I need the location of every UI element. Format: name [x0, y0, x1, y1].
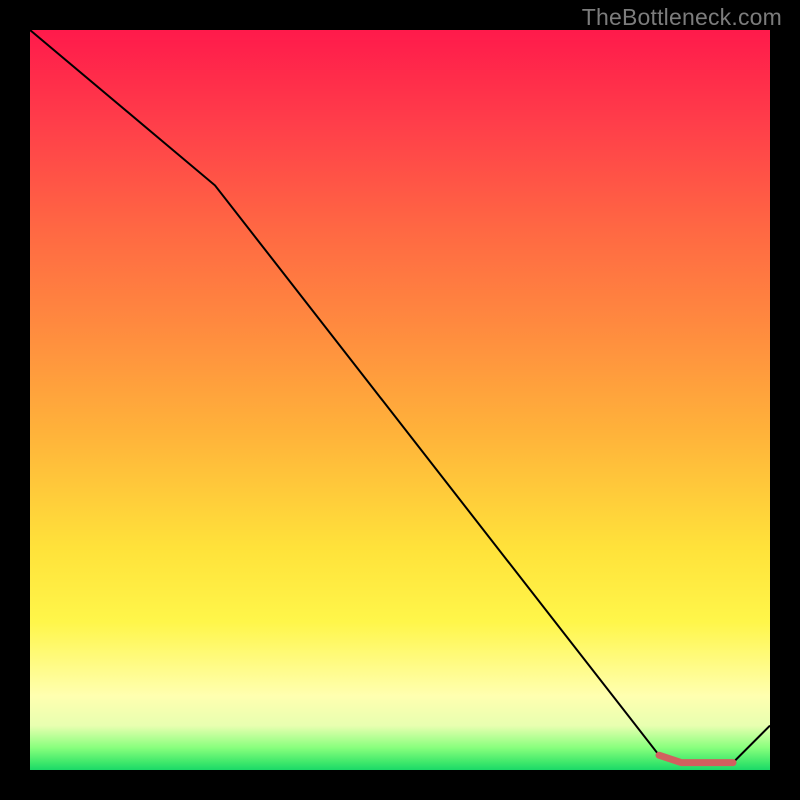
series-group [30, 30, 770, 763]
chart-svg [30, 30, 770, 770]
watermark-text: TheBottleneck.com [582, 4, 782, 31]
series-highlight [659, 755, 733, 762]
series-curve [30, 30, 770, 763]
chart-frame: TheBottleneck.com [0, 0, 800, 800]
